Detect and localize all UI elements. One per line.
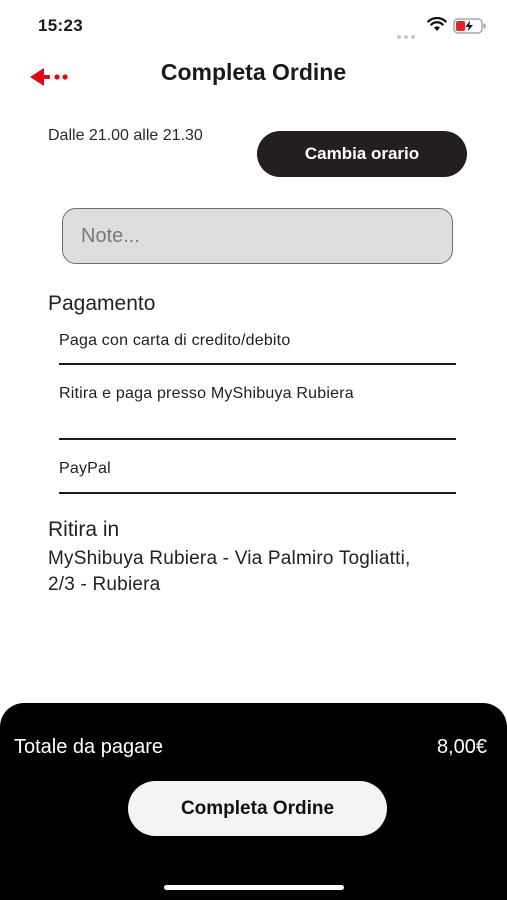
battery-charging-icon xyxy=(453,18,486,34)
total-label: Totale da pagare xyxy=(14,736,164,758)
footer-panel: Totale da pagare 8,00€ Completa Ordine xyxy=(0,703,507,900)
payment-option-label: Paga con carta di credito/debito xyxy=(59,332,291,349)
notes-input[interactable] xyxy=(62,208,453,264)
payment-option-label: Ritira e paga presso MyShibuya Rubiera xyxy=(59,385,354,402)
pickup-time-label: Dalle 21.00 alle 21.30 xyxy=(48,127,203,144)
wifi-icon xyxy=(427,17,447,31)
payment-title: Pagamento xyxy=(48,292,156,315)
payment-option-store[interactable]: Ritira e paga presso MyShibuya Rubiera xyxy=(59,383,456,440)
signal-dots-icon xyxy=(397,26,419,39)
status-bar: 15:23 xyxy=(0,0,507,52)
payment-option-paypal[interactable]: PayPal xyxy=(59,458,456,494)
complete-order-button[interactable]: Completa Ordine xyxy=(128,781,387,836)
status-time: 15:23 xyxy=(38,16,83,35)
home-indicator xyxy=(164,885,344,890)
payment-option-card[interactable]: Paga con carta di credito/debito xyxy=(59,330,456,365)
pickup-address: MyShibuya Rubiera - Via Palmiro Togliatt… xyxy=(48,548,411,595)
header: Completa Ordine xyxy=(0,52,507,98)
page-title: Completa Ordine xyxy=(160,59,347,85)
change-time-button[interactable]: Cambia orario xyxy=(257,131,467,177)
total-value: 8,00€ xyxy=(436,736,487,758)
pickup-title: Ritira in xyxy=(48,518,120,541)
payment-option-label: PayPal xyxy=(59,460,111,477)
